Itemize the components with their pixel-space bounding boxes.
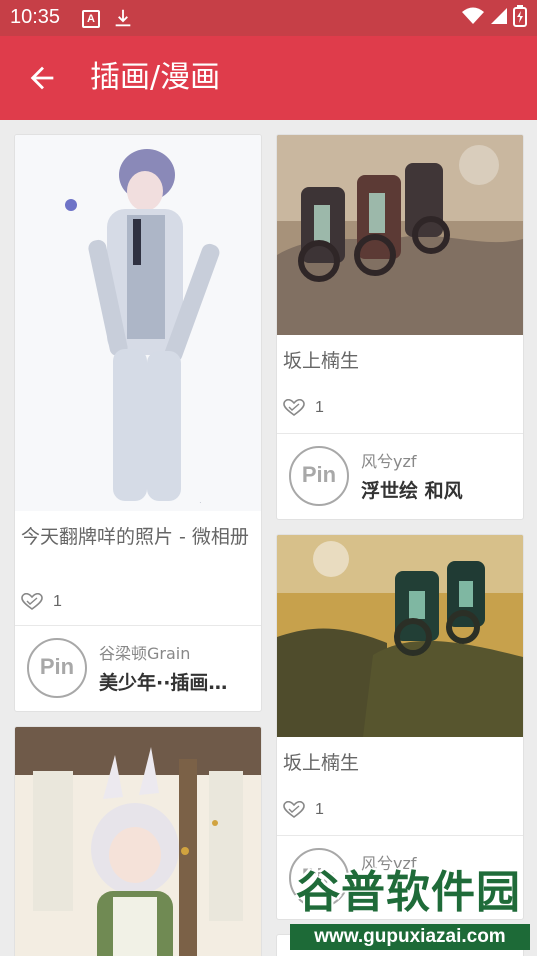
like-count: 1 [315, 801, 324, 818]
pin-feed[interactable]: · 今天翻牌咩的照片 - 微相册 1 Pin 谷梁顿Grain 美少年··插画… [0, 120, 537, 956]
download-icon [115, 9, 131, 27]
page-title: 插画/漫画 [90, 60, 221, 95]
like-row: 1 [21, 593, 62, 611]
signal-icon [491, 8, 507, 24]
watermark: 谷普软件园 www.gupuxiazai.com [290, 856, 530, 952]
pin-title: 坂上楠生 [283, 350, 360, 372]
pin-card[interactable]: · 今天翻牌咩的照片 - 微相册 1 Pin 谷梁顿Grain 美少年··插画… [14, 134, 262, 712]
like-icon[interactable] [21, 593, 43, 611]
wifi-icon [462, 7, 484, 24]
app-bar: 插画/漫画 [0, 36, 537, 120]
watermark-url: www.gupuxiazai.com [290, 924, 530, 950]
like-count: 1 [315, 399, 324, 416]
pin-title: 今天翻牌咩的照片 - 微相册 [21, 526, 249, 548]
board-name: 浮世绘 和风 [361, 480, 463, 502]
user-avatar[interactable]: Pin [27, 638, 87, 698]
user-row[interactable]: Pin 风兮yzf 浮世绘 和风 [277, 434, 523, 518]
status-bar: 10:35 A [0, 0, 537, 36]
user-row[interactable]: Pin 谷梁顿Grain 美少年··插画… [15, 626, 261, 710]
like-count: 1 [53, 593, 62, 610]
board-name: 美少年··插画… [99, 672, 228, 694]
ukiyoe-carriage-image[interactable] [277, 135, 523, 335]
like-row: 1 [283, 399, 324, 417]
bunny-girl-illustration-image[interactable] [15, 727, 261, 956]
like-icon[interactable] [283, 801, 305, 819]
pin-card[interactable] [14, 726, 262, 956]
golden-carriage-image[interactable] [277, 535, 523, 737]
pin-title: 坂上楠生 [283, 752, 360, 774]
anime-illustration-image[interactable]: · [15, 135, 261, 511]
status-time: 10:35 [10, 6, 61, 28]
battery-icon [513, 5, 527, 27]
a-notification-icon: A [82, 10, 100, 28]
author-name: 风兮yzf [361, 452, 417, 471]
svg-text:·: · [199, 498, 202, 507]
author-name: 谷梁顿Grain [99, 644, 191, 663]
like-row: 1 [283, 801, 324, 819]
back-arrow-icon[interactable] [25, 61, 59, 95]
user-avatar[interactable]: Pin [289, 446, 349, 506]
like-icon[interactable] [283, 399, 305, 417]
watermark-title: 谷普软件园 [296, 867, 521, 918]
status-right-icons [461, 5, 527, 27]
pin-card[interactable]: 坂上楠生 1 Pin 风兮yzf 浮世绘 和风 [276, 134, 524, 520]
